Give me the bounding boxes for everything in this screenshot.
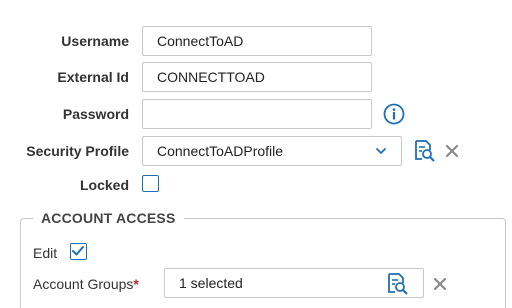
external-id-label: External Id [57, 69, 129, 85]
locked-label: Locked [79, 177, 129, 193]
account-groups-label-text: Account Groups [33, 276, 134, 292]
username-row: Username ConnectToAD [0, 26, 512, 56]
password-label: Password [62, 106, 129, 122]
lookup-icon[interactable] [385, 272, 409, 296]
password-field[interactable] [142, 99, 372, 129]
security-profile-value: ConnectToADProfile [157, 143, 284, 159]
close-icon[interactable] [428, 272, 452, 296]
external-id-field[interactable]: CONNECTTOAD [142, 62, 372, 92]
password-row: Password [0, 99, 512, 129]
account-groups-value: 1 selected [179, 275, 243, 291]
external-id-row: External Id CONNECTTOAD [0, 62, 512, 92]
info-icon[interactable] [382, 102, 406, 126]
security-profile-row: Security Profile ConnectToADProfile [0, 136, 512, 166]
close-icon[interactable] [440, 139, 464, 163]
edit-label: Edit [33, 245, 58, 261]
username-field[interactable]: ConnectToAD [142, 26, 372, 56]
security-profile-select[interactable]: ConnectToADProfile [142, 136, 402, 166]
username-label: Username [61, 33, 129, 49]
locked-row: Locked [0, 170, 512, 200]
locked-checkbox[interactable] [142, 175, 159, 192]
account-access-title: ACCOUNT ACCESS [41, 210, 176, 226]
account-groups-label: Account Groups* [33, 276, 139, 292]
edit-checkbox[interactable] [70, 243, 87, 260]
lookup-icon[interactable] [412, 139, 436, 163]
required-marker: * [133, 276, 139, 292]
user-account-form: Username ConnectToAD External Id CONNECT… [0, 0, 512, 308]
chevron-down-icon [376, 148, 386, 154]
checkmark-icon [72, 246, 84, 256]
security-profile-label: Security Profile [26, 143, 129, 159]
